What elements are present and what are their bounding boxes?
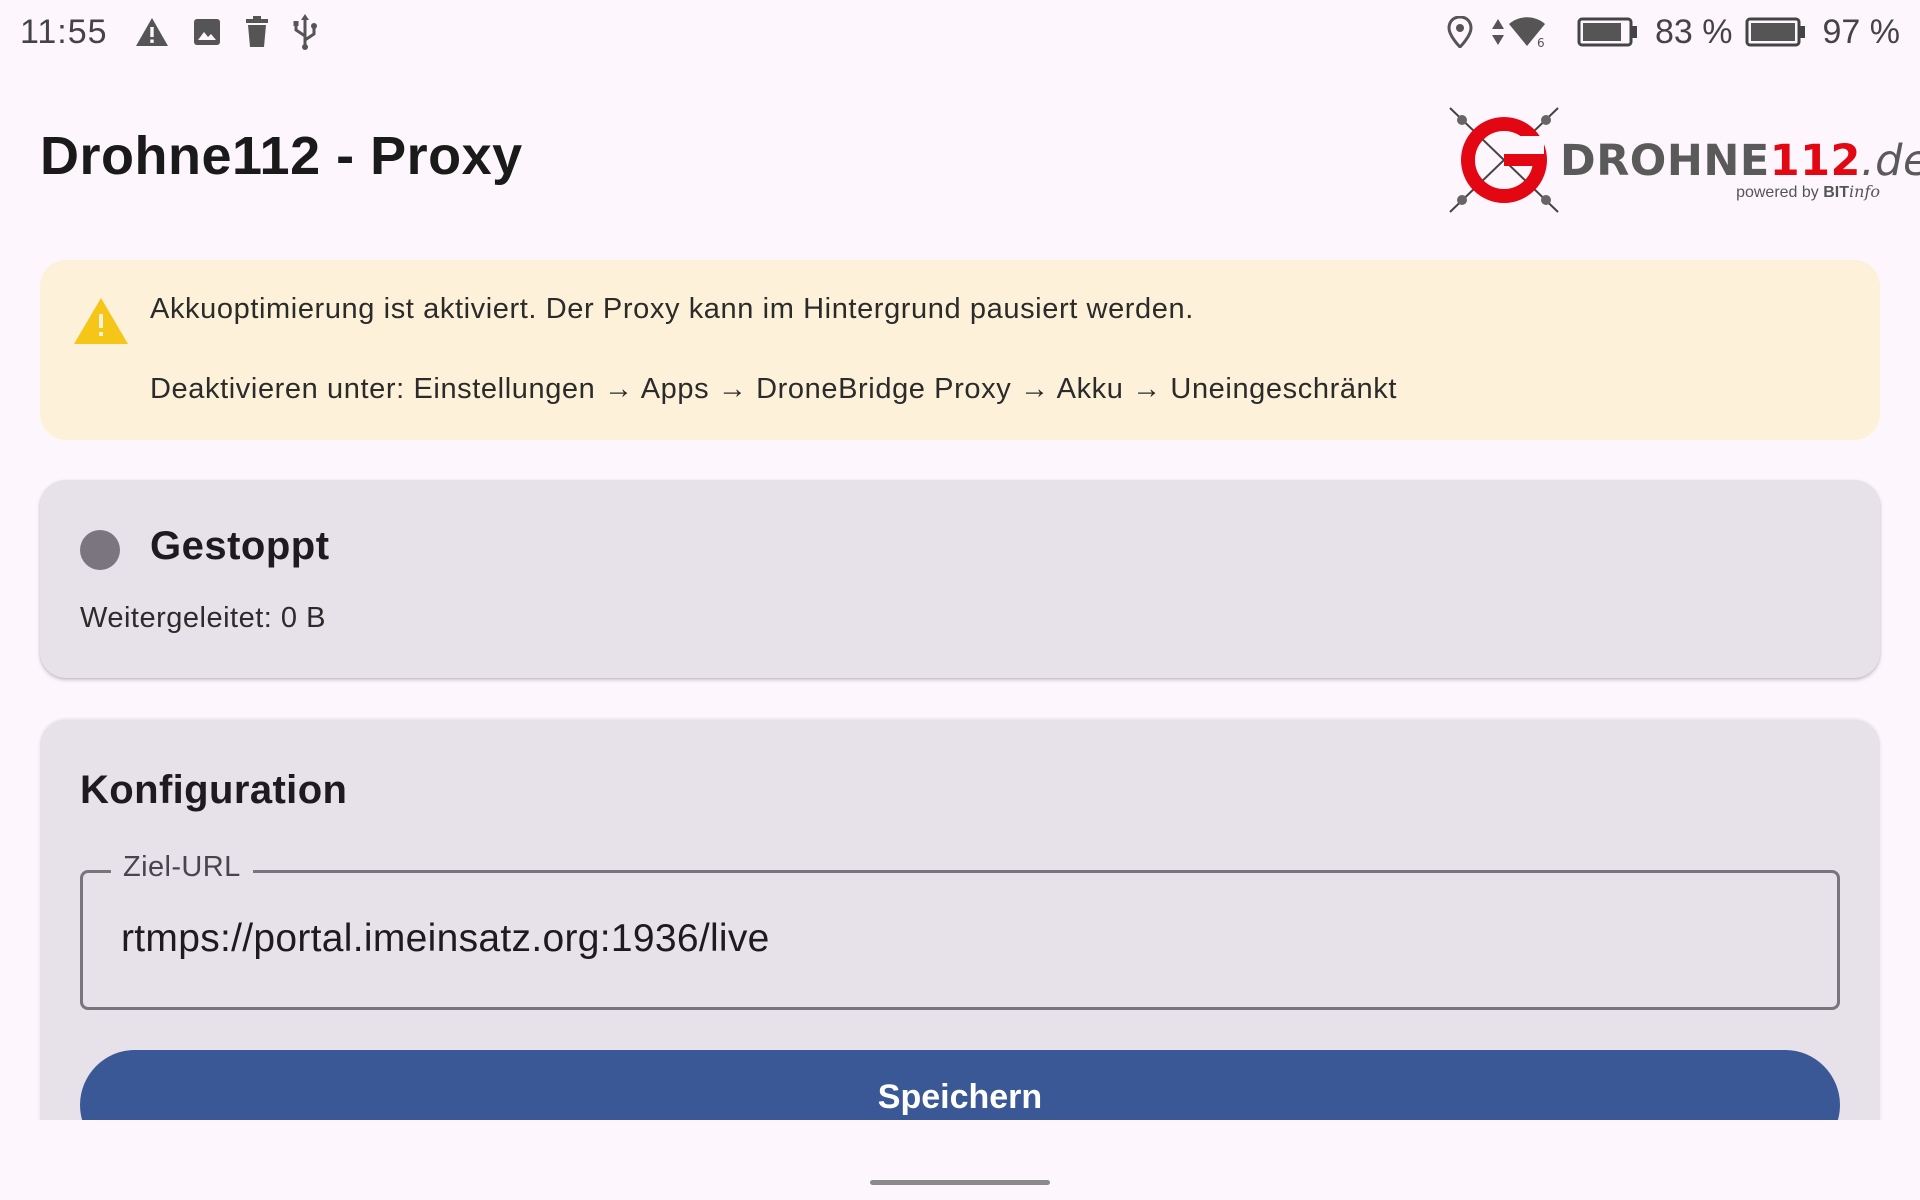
status-label: Gestoppt xyxy=(150,524,330,568)
target-url-label: Ziel-URL xyxy=(111,851,253,884)
clock: 11:55 xyxy=(20,12,108,51)
forwarded-bytes: Weitergeleitet: 0 B xyxy=(80,602,326,634)
warning-instructions: Deaktivieren unter: Einstellungen → Apps… xyxy=(150,373,1398,405)
config-title: Konfiguration xyxy=(80,768,348,812)
warning-message: Akkuoptimierung ist aktiviert. Der Proxy… xyxy=(150,293,1194,325)
proxy-status-card: Gestoppt Weitergeleitet: 0 B xyxy=(40,480,1880,678)
alert-icon xyxy=(134,16,170,48)
configuration-card: Konfiguration Ziel-URL rtmps://portal.im… xyxy=(40,720,1880,1140)
trash-icon xyxy=(244,16,270,48)
battery-optimization-warning: Akkuoptimierung ist aktiviert. Der Proxy… xyxy=(40,260,1880,440)
target-url-field[interactable]: Ziel-URL rtmps://portal.imeinsatz.org:19… xyxy=(80,851,1840,1010)
page-title: Drohne112 - Proxy xyxy=(40,126,523,186)
location-icon xyxy=(1447,16,1473,48)
status-bar-left: 11:55 xyxy=(20,13,340,52)
battery-percent-1: 83 % xyxy=(1655,12,1733,51)
target-url-input[interactable]: rtmps://portal.imeinsatz.org:1936/live xyxy=(121,917,770,961)
svg-text:6: 6 xyxy=(1537,36,1545,48)
status-bar: 11:55 6 83 % 97 % xyxy=(0,0,1920,64)
usb-icon xyxy=(292,14,318,50)
data-arrows-icon xyxy=(1491,17,1505,47)
logo-tagline: powered by BITinfo xyxy=(1736,182,1880,201)
navigation-bar-area xyxy=(0,1120,1920,1200)
battery-percent-2: 97 % xyxy=(1822,12,1901,51)
status-indicator xyxy=(80,530,120,570)
warning-icon xyxy=(72,296,130,351)
brand-logo: DROHNE112.de powered by BITinfo xyxy=(1440,98,1920,222)
status-bar-right: 6 83 % 97 % xyxy=(1447,13,1900,52)
image-icon xyxy=(192,17,222,47)
battery-2-icon xyxy=(1745,17,1807,47)
home-indicator[interactable] xyxy=(870,1180,1050,1185)
battery-icon xyxy=(1577,17,1639,47)
logo-wordmark: DROHNE112.de xyxy=(1560,136,1920,186)
wifi-icon: 6 xyxy=(1507,16,1547,48)
drone-logo-icon xyxy=(1449,107,1559,213)
